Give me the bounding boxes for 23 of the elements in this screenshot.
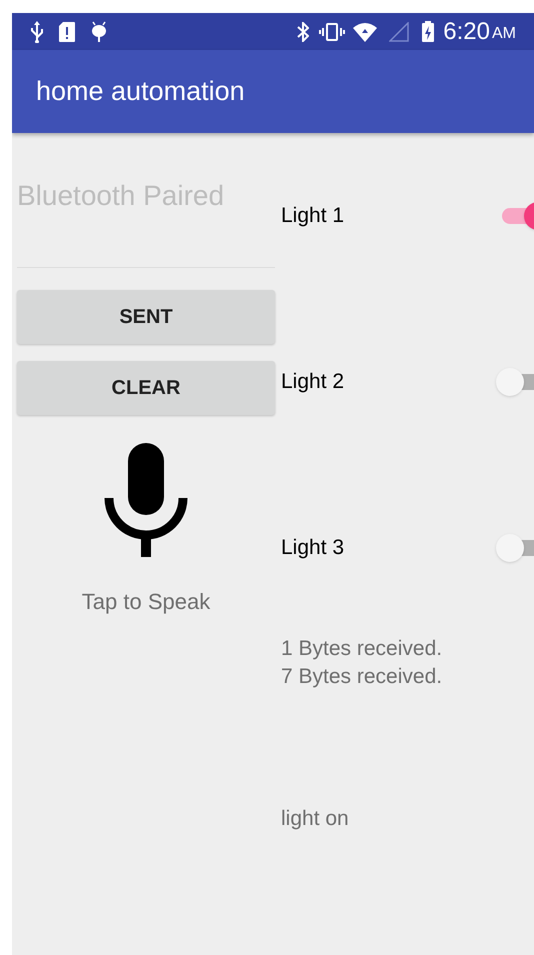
light-switch[interactable] — [496, 534, 534, 562]
wifi-icon — [353, 22, 378, 42]
bluetooth-icon — [297, 22, 310, 42]
status-time: 6:20 — [443, 20, 490, 44]
vibrate-icon — [319, 22, 346, 42]
light-label: Light 3 — [281, 535, 344, 562]
microphone-icon[interactable] — [103, 443, 189, 557]
signal-icon — [389, 22, 410, 42]
usb-icon — [30, 20, 44, 42]
light-switch[interactable] — [496, 368, 534, 396]
clear-button[interactable]: CLEAR — [17, 361, 275, 415]
status-meridiem: AM — [492, 26, 516, 42]
sent-button[interactable]: SENT — [17, 290, 275, 344]
tap-to-speak-label: Tap to Speak — [82, 588, 210, 616]
android-icon — [90, 20, 108, 42]
battery-charging-icon — [421, 20, 436, 42]
app-title: home automation — [36, 75, 245, 108]
log-line: 7 Bytes received. — [281, 664, 444, 690]
light-label: Light 2 — [281, 369, 344, 396]
result-text: light on — [281, 806, 350, 832]
light-label: Light 1 — [281, 203, 344, 230]
log-line: 1 Bytes received. — [281, 636, 444, 662]
sd-card-icon — [58, 20, 76, 42]
